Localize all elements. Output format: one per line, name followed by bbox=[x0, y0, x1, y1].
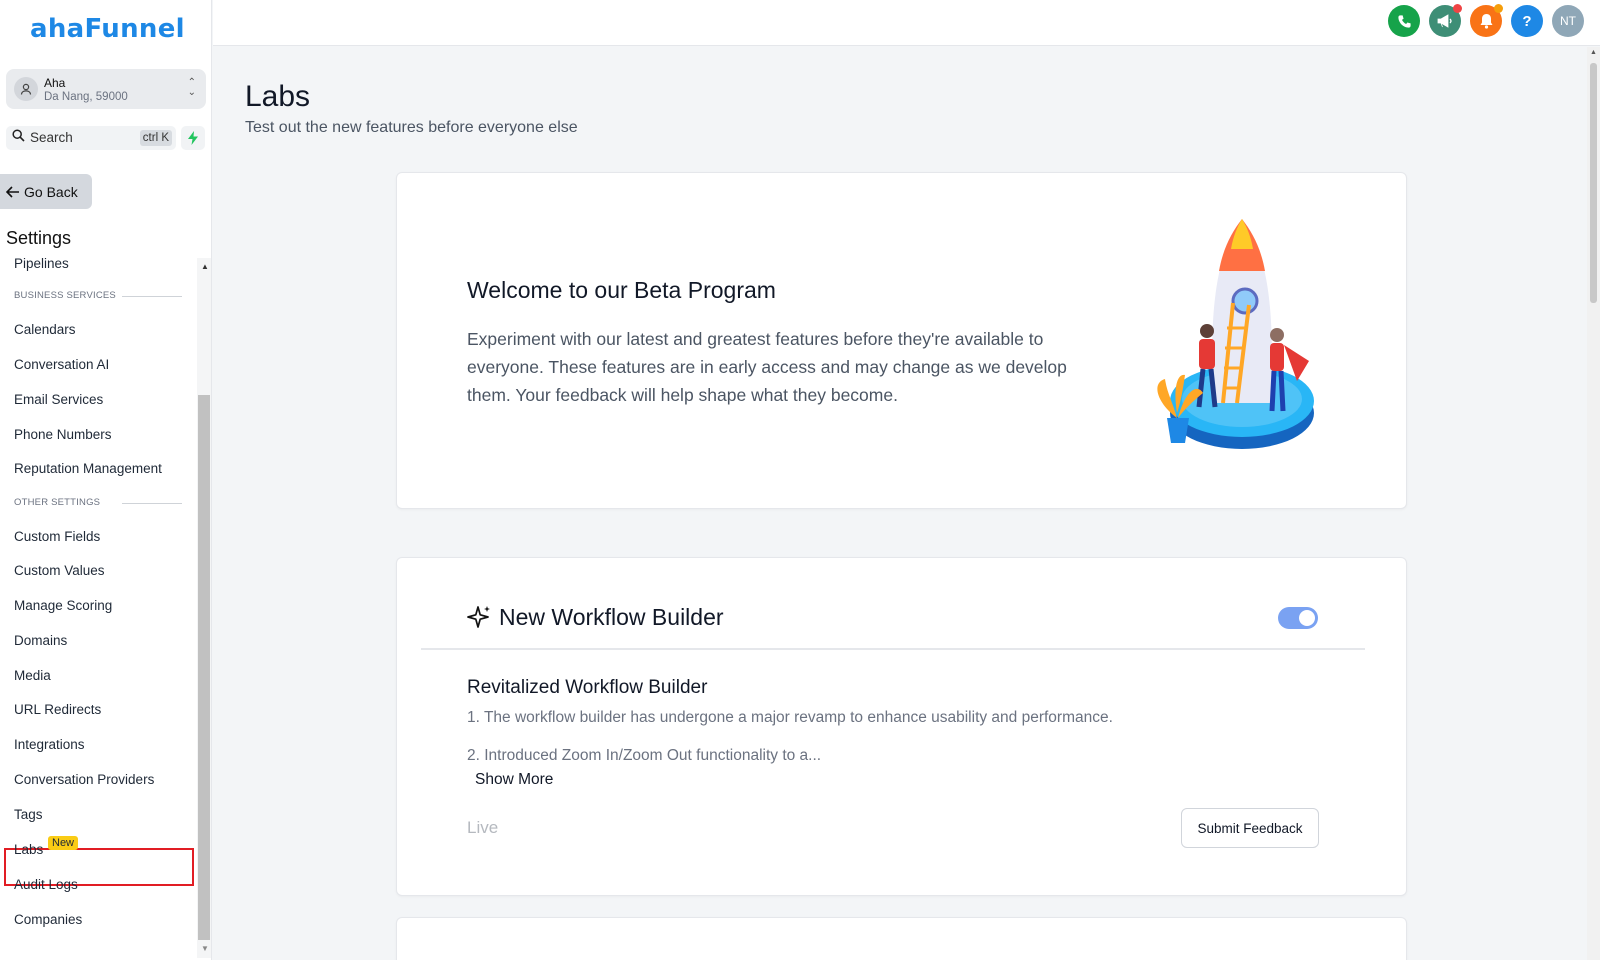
sidebar-item-companies[interactable]: Companies bbox=[14, 912, 82, 927]
feature-subtitle: Revitalized Workflow Builder bbox=[467, 677, 708, 698]
sidebar-item-pipelines[interactable]: Pipelines bbox=[14, 258, 69, 271]
bell-notification-dot bbox=[1494, 4, 1503, 13]
phone-icon[interactable] bbox=[1388, 5, 1420, 37]
go-back-label: Go Back bbox=[24, 183, 78, 200]
brand-logo[interactable]: ahaFunnel bbox=[30, 14, 185, 44]
welcome-title: Welcome to our Beta Program bbox=[467, 277, 776, 303]
sidebar-scroll-thumb[interactable] bbox=[198, 395, 210, 940]
go-back-button[interactable]: Go Back bbox=[0, 174, 92, 209]
account-location: Da Nang, 59000 bbox=[44, 91, 128, 103]
top-bar: ? NT bbox=[213, 0, 1600, 46]
user-avatar[interactable]: NT bbox=[1552, 5, 1584, 37]
rocket-illustration bbox=[1157, 219, 1314, 449]
sidebar-item-labs[interactable]: Labs bbox=[14, 842, 43, 857]
sidebar-item-calendars[interactable]: Calendars bbox=[14, 322, 76, 337]
help-icon[interactable]: ? bbox=[1511, 5, 1543, 37]
next-feature-card bbox=[396, 917, 1407, 960]
submit-feedback-button[interactable]: Submit Feedback bbox=[1181, 808, 1319, 848]
main-scrollbar[interactable]: ▲ bbox=[1587, 47, 1600, 960]
search-icon bbox=[12, 129, 25, 145]
chevron-updown-icon: ⌃ ⌄ bbox=[187, 77, 196, 98]
sidebar-item-integrations[interactable]: Integrations bbox=[14, 737, 85, 752]
search-shortcut: ctrl K bbox=[139, 130, 172, 146]
section-other-settings: OTHER SETTINGS bbox=[14, 497, 182, 508]
feature-description-line-2: 2. Introduced Zoom In/Zoom Out functiona… bbox=[467, 747, 822, 764]
main-scroll-thumb[interactable] bbox=[1590, 63, 1597, 303]
page-subtitle: Test out the new features before everyon… bbox=[245, 119, 578, 136]
page-title: Labs bbox=[245, 80, 311, 113]
megaphone-notification-dot bbox=[1453, 4, 1462, 13]
feature-title: New Workflow Builder bbox=[499, 604, 724, 630]
quick-actions-bolt-icon[interactable] bbox=[181, 126, 205, 150]
scroll-up-arrow-icon[interactable]: ▲ bbox=[201, 262, 209, 271]
sidebar-item-conversation-ai[interactable]: Conversation AI bbox=[14, 357, 109, 372]
new-badge: New bbox=[48, 836, 79, 850]
search-label: Search bbox=[30, 130, 73, 145]
sidebar-item-phone-numbers[interactable]: Phone Numbers bbox=[14, 427, 112, 442]
sidebar-item-email-services[interactable]: Email Services bbox=[14, 392, 103, 407]
feature-description-line-1: 1. The workflow builder has undergone a … bbox=[467, 709, 1113, 726]
sidebar-item-tags[interactable]: Tags bbox=[14, 807, 43, 822]
sidebar: ahaFunnel Aha Da Nang, 59000 ⌃ ⌄ Search c… bbox=[0, 0, 212, 960]
account-name: Aha bbox=[44, 76, 66, 90]
show-more-link[interactable]: Show More bbox=[475, 771, 553, 789]
toggle-knob bbox=[1299, 610, 1315, 626]
welcome-text: Experiment with our latest and greatest … bbox=[467, 329, 1067, 405]
sidebar-item-custom-values[interactable]: Custom Values bbox=[14, 563, 105, 578]
sparkles-icon bbox=[467, 604, 493, 637]
search-button[interactable]: Search ctrl K bbox=[6, 126, 176, 150]
location-icon bbox=[14, 77, 38, 101]
feature-card: New Workflow Builder Revitalized Workflo… bbox=[396, 557, 1407, 896]
settings-heading: Settings bbox=[6, 228, 72, 248]
sidebar-item-conversation-providers[interactable]: Conversation Providers bbox=[14, 772, 154, 787]
sidebar-item-media[interactable]: Media bbox=[14, 668, 51, 683]
sidebar-item-manage-scoring[interactable]: Manage Scoring bbox=[14, 598, 112, 613]
sidebar-item-domains[interactable]: Domains bbox=[14, 633, 67, 648]
section-label: BUSINESS SERVICES bbox=[14, 290, 116, 301]
divider bbox=[421, 648, 1365, 650]
sidebar-item-audit-logs[interactable]: Audit Logs bbox=[14, 877, 78, 892]
scroll-up-arrow-icon[interactable]: ▲ bbox=[1590, 49, 1597, 56]
account-switcher[interactable]: Aha Da Nang, 59000 ⌃ ⌄ bbox=[6, 69, 206, 109]
arrow-left-icon bbox=[6, 185, 19, 198]
feature-toggle[interactable] bbox=[1278, 607, 1318, 629]
settings-nav: Pipelines BUSINESS SERVICES Calendars Co… bbox=[0, 258, 196, 960]
welcome-card: Welcome to our Beta Program Experiment w… bbox=[396, 172, 1407, 509]
sidebar-item-url-redirects[interactable]: URL Redirects bbox=[14, 702, 101, 717]
scroll-down-arrow-icon[interactable]: ▼ bbox=[201, 944, 209, 953]
section-label: OTHER SETTINGS bbox=[14, 497, 101, 508]
sidebar-item-reputation-management[interactable]: Reputation Management bbox=[14, 461, 162, 476]
section-business-services: BUSINESS SERVICES bbox=[14, 290, 182, 301]
feature-status: Live bbox=[467, 818, 499, 837]
sidebar-item-custom-fields[interactable]: Custom Fields bbox=[14, 529, 100, 544]
